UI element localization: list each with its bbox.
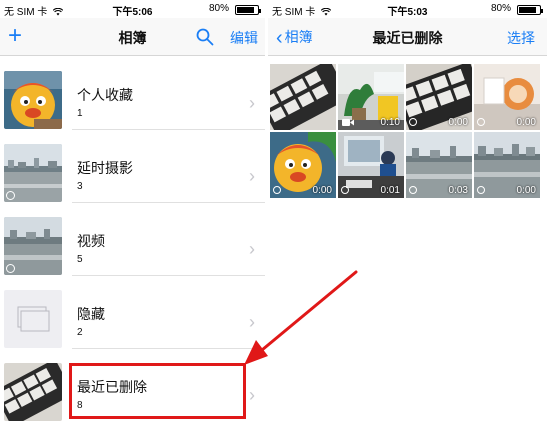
chevron-right-icon: › xyxy=(249,239,255,259)
battery-percent: 80% xyxy=(490,3,511,14)
album-thumbnail xyxy=(4,71,62,129)
chevron-right-icon: › xyxy=(249,312,255,332)
albums-screen: 无 SIM 卡 下午5:06 80% + 相簿 编辑 个人收藏 1 › 延时摄影… xyxy=(0,0,265,430)
chevron-right-icon: › xyxy=(249,166,255,186)
album-count: 1 xyxy=(77,108,83,119)
live-indicator-icon xyxy=(273,186,281,194)
battery-percent: 80% xyxy=(208,3,229,14)
album-name: 延时摄影 xyxy=(77,160,133,176)
photo-tile[interactable]: 0:01 xyxy=(338,132,404,198)
album-name: 隐藏 xyxy=(77,306,105,322)
status-bar: 无 SIM 卡 下午5:06 80% xyxy=(0,0,265,18)
album-count: 3 xyxy=(77,181,83,192)
photo-tile[interactable]: 0:00 xyxy=(474,132,540,198)
keyboard-photo xyxy=(270,64,336,130)
chevron-right-icon: › xyxy=(249,385,255,405)
album-row-favorites[interactable]: 个人收藏 1 › xyxy=(0,57,265,130)
album-row-timelapse[interactable]: 延时摄影 3 › xyxy=(0,130,265,203)
battery-icon xyxy=(517,5,543,15)
battery-icon xyxy=(235,5,261,15)
nav-bar: + 相簿 编辑 xyxy=(0,18,265,56)
video-duration: 0:01 xyxy=(380,185,400,196)
album-name: 视频 xyxy=(77,233,105,249)
video-duration: 0:00 xyxy=(516,185,536,196)
page-title: 最近已删除 xyxy=(372,30,443,46)
video-duration: 0:10 xyxy=(380,117,400,128)
status-bar: 无 SIM 卡 下午5:03 80% xyxy=(268,0,547,18)
video-duration: 0:00 xyxy=(312,185,332,196)
album-thumbnail xyxy=(4,363,62,421)
album-thumbnail xyxy=(4,217,62,275)
photo-tile[interactable]: 0:10 xyxy=(338,64,404,130)
album-row-videos[interactable]: 视频 5 › xyxy=(0,203,265,276)
hidden-album-icon xyxy=(17,306,50,332)
video-duration: 0:00 xyxy=(516,117,536,128)
nav-bar: ‹ 相簿 最近已删除 选择 xyxy=(268,18,547,56)
highlight-box xyxy=(69,363,246,419)
album-thumbnail xyxy=(4,290,62,348)
photo-tile[interactable]: 0:03 xyxy=(406,132,472,198)
timelapse-badge-icon xyxy=(6,191,15,200)
video-badge-icon xyxy=(6,264,15,273)
keyboard-photo xyxy=(4,363,62,421)
live-indicator-icon xyxy=(477,186,485,194)
photo-tile[interactable] xyxy=(270,64,336,130)
album-name: 个人收藏 xyxy=(77,87,133,103)
select-button[interactable]: 选择 xyxy=(507,28,535,48)
mascot-photo xyxy=(4,71,62,129)
album-count: 5 xyxy=(77,254,83,265)
photo-tile[interactable]: 0:00 xyxy=(406,64,472,130)
video-duration: 0:00 xyxy=(448,117,468,128)
live-indicator-icon xyxy=(477,118,485,126)
chevron-right-icon: › xyxy=(249,93,255,113)
live-indicator-icon xyxy=(341,186,349,194)
video-camera-icon xyxy=(342,119,354,126)
recently-deleted-screen: 无 SIM 卡 下午5:03 80% ‹ 相簿 最近已删除 选择 0:10 0:… xyxy=(268,0,547,430)
live-indicator-icon xyxy=(409,118,417,126)
photo-tile[interactable]: 0:00 xyxy=(474,64,540,130)
photo-tile[interactable]: 0:00 xyxy=(270,132,336,198)
page-title: 相簿 xyxy=(118,30,147,46)
album-row-hidden[interactable]: 隐藏 2 › xyxy=(0,276,265,349)
album-count: 2 xyxy=(77,327,83,338)
live-indicator-icon xyxy=(409,186,417,194)
search-icon[interactable] xyxy=(196,28,214,46)
album-thumbnail xyxy=(4,144,62,202)
edit-button[interactable]: 编辑 xyxy=(230,28,258,48)
video-duration: 0:03 xyxy=(448,185,468,196)
